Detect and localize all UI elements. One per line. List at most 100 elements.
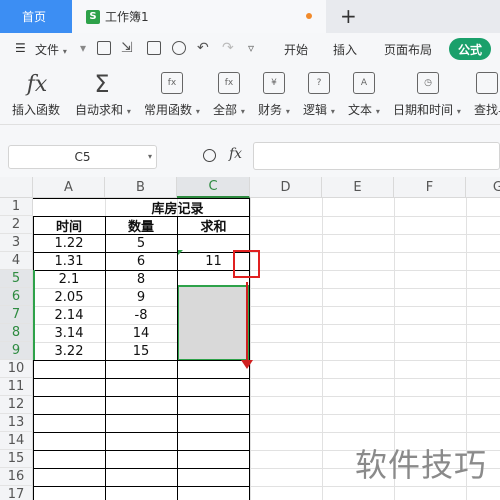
row-header[interactable]: 2 [0,216,33,234]
lookup-button[interactable]: 查找与 [474,65,500,125]
save-icon[interactable] [97,41,111,55]
function-list-icon: fx [218,72,240,94]
chevron-down-icon: ▾ [126,107,131,116]
menu-page-layout[interactable]: 页面布局 [384,41,432,58]
more-icon[interactable]: ▿ [248,41,254,55]
menu-formula-active[interactable]: 公式 [449,38,491,60]
data-cell[interactable]: 1.22 [33,234,105,252]
table-border [33,414,250,415]
data-cell[interactable]: 5 [105,234,177,252]
data-cell[interactable]: 8 [105,270,177,288]
autosum-button[interactable]: Σ 自动求和 ▾ [75,65,135,125]
chevron-down-icon[interactable]: ▾ [80,41,86,55]
print-preview-icon[interactable] [172,41,186,55]
column-header-c[interactable]: C [177,177,250,198]
gridline [322,198,323,500]
table-border [33,468,250,469]
financial-button[interactable]: ¥ 财务 ▾ [258,65,298,125]
row-header[interactable]: 15 [0,450,33,468]
lookup-icon [476,72,498,94]
row-header[interactable]: 5 [0,270,33,288]
formula-bar: C5 ▾ fx [0,125,500,177]
chevron-down-icon[interactable]: ▾ [148,152,152,161]
menu-home[interactable]: 开始 [284,41,308,58]
row-header[interactable]: 8 [0,324,33,342]
logical-button[interactable]: ? 逻辑 ▾ [303,65,343,125]
tab-home[interactable]: 首页 [0,0,72,33]
clock-icon: ◷ [417,72,439,94]
common-functions-button[interactable]: fx 常用函数 ▾ [144,65,204,125]
data-cell[interactable]: 6 [105,252,177,270]
row-header[interactable]: 14 [0,432,33,450]
sigma-icon: Σ [94,70,110,98]
row-header[interactable]: 10 [0,360,33,378]
column-header-b[interactable]: B [105,177,177,198]
redo-icon[interactable]: ↷ [222,41,236,55]
fx-icon[interactable]: fx [229,146,242,162]
text-icon: A [353,72,375,94]
data-cell[interactable]: 3.14 [33,324,105,342]
new-tab-button[interactable]: + [340,5,357,27]
tab-document[interactable]: S 工作簿1 [72,0,326,33]
data-cell[interactable]: 15 [105,342,177,360]
row-header[interactable]: 16 [0,468,33,486]
data-cell[interactable]: -8 [105,306,177,324]
function-star-icon: fx [161,72,183,94]
table-border [33,486,250,487]
data-cell[interactable]: 9 [105,288,177,306]
column-header-g[interactable]: G [466,177,500,198]
column-header-d[interactable]: D [250,177,322,198]
table-border [33,378,250,379]
table-border [33,396,250,397]
data-cell[interactable]: 2.05 [33,288,105,306]
row-header[interactable]: 7 [0,306,33,324]
data-cell[interactable]: 14 [105,324,177,342]
data-cell[interactable]: 2.14 [33,306,105,324]
formula-input[interactable] [253,142,500,170]
row-header[interactable]: 11 [0,378,33,396]
hamburger-icon[interactable]: ☰ [15,41,26,55]
chevron-down-icon: ▾ [285,107,290,116]
row-header[interactable]: 1 [0,198,33,216]
row-header[interactable]: 13 [0,414,33,432]
watermark: 软件技巧 [355,446,488,484]
data-cell[interactable]: 3.22 [33,342,105,360]
row-header[interactable]: 3 [0,234,33,252]
zoom-icon[interactable] [203,149,216,162]
name-box[interactable]: C5 ▾ [8,145,157,169]
tab-bar: 首页 S 工作簿1 + [0,0,500,33]
row-header[interactable]: 4 [0,252,33,270]
select-all-corner[interactable] [0,177,33,198]
data-cell[interactable]: 1.31 [33,252,105,270]
row-header[interactable]: 12 [0,396,33,414]
all-functions-button[interactable]: fx 全部 ▾ [213,65,253,125]
menu-bar: ☰ 文件 ▾ ▾ ⇲ ↶ ↷ ▿ 开始 插入 页面布局 公式 [0,33,500,65]
ribbon-toolbar: fx 插入函数 Σ 自动求和 ▾ fx 常用函数 ▾ fx 全部 ▾ ¥ 财务 … [0,65,500,125]
menu-file[interactable]: 文件 ▾ [35,41,67,58]
column-header-e[interactable]: E [322,177,394,198]
insert-function-button[interactable]: fx 插入函数 [12,65,64,125]
chevron-down-icon: ▾ [62,47,67,56]
chevron-down-icon: ▾ [330,107,335,116]
column-header-f[interactable]: F [394,177,466,198]
undo-icon[interactable]: ↶ [197,41,211,55]
fill-handle-highlight [233,250,260,278]
question-icon: ? [308,72,330,94]
row-header[interactable]: 17 [0,486,33,500]
row-header[interactable]: 9 [0,342,33,360]
chevron-down-icon: ▾ [240,107,245,116]
menu-insert[interactable]: 插入 [333,41,357,58]
data-cell[interactable]: 2.1 [33,270,105,288]
selected-range[interactable] [177,285,250,361]
export-icon[interactable]: ⇲ [121,41,135,55]
table-border [33,450,250,451]
spreadsheet-icon: S [86,9,100,24]
date-time-button[interactable]: ◷ 日期和时间 ▾ [393,65,463,125]
text-button[interactable]: A 文本 ▾ [348,65,388,125]
table-border [249,198,250,500]
fx-icon: fx [26,71,48,97]
print-icon[interactable] [147,41,161,55]
chevron-down-icon: ▾ [195,107,200,116]
column-header-a[interactable]: A [33,177,105,198]
row-header[interactable]: 6 [0,288,33,306]
